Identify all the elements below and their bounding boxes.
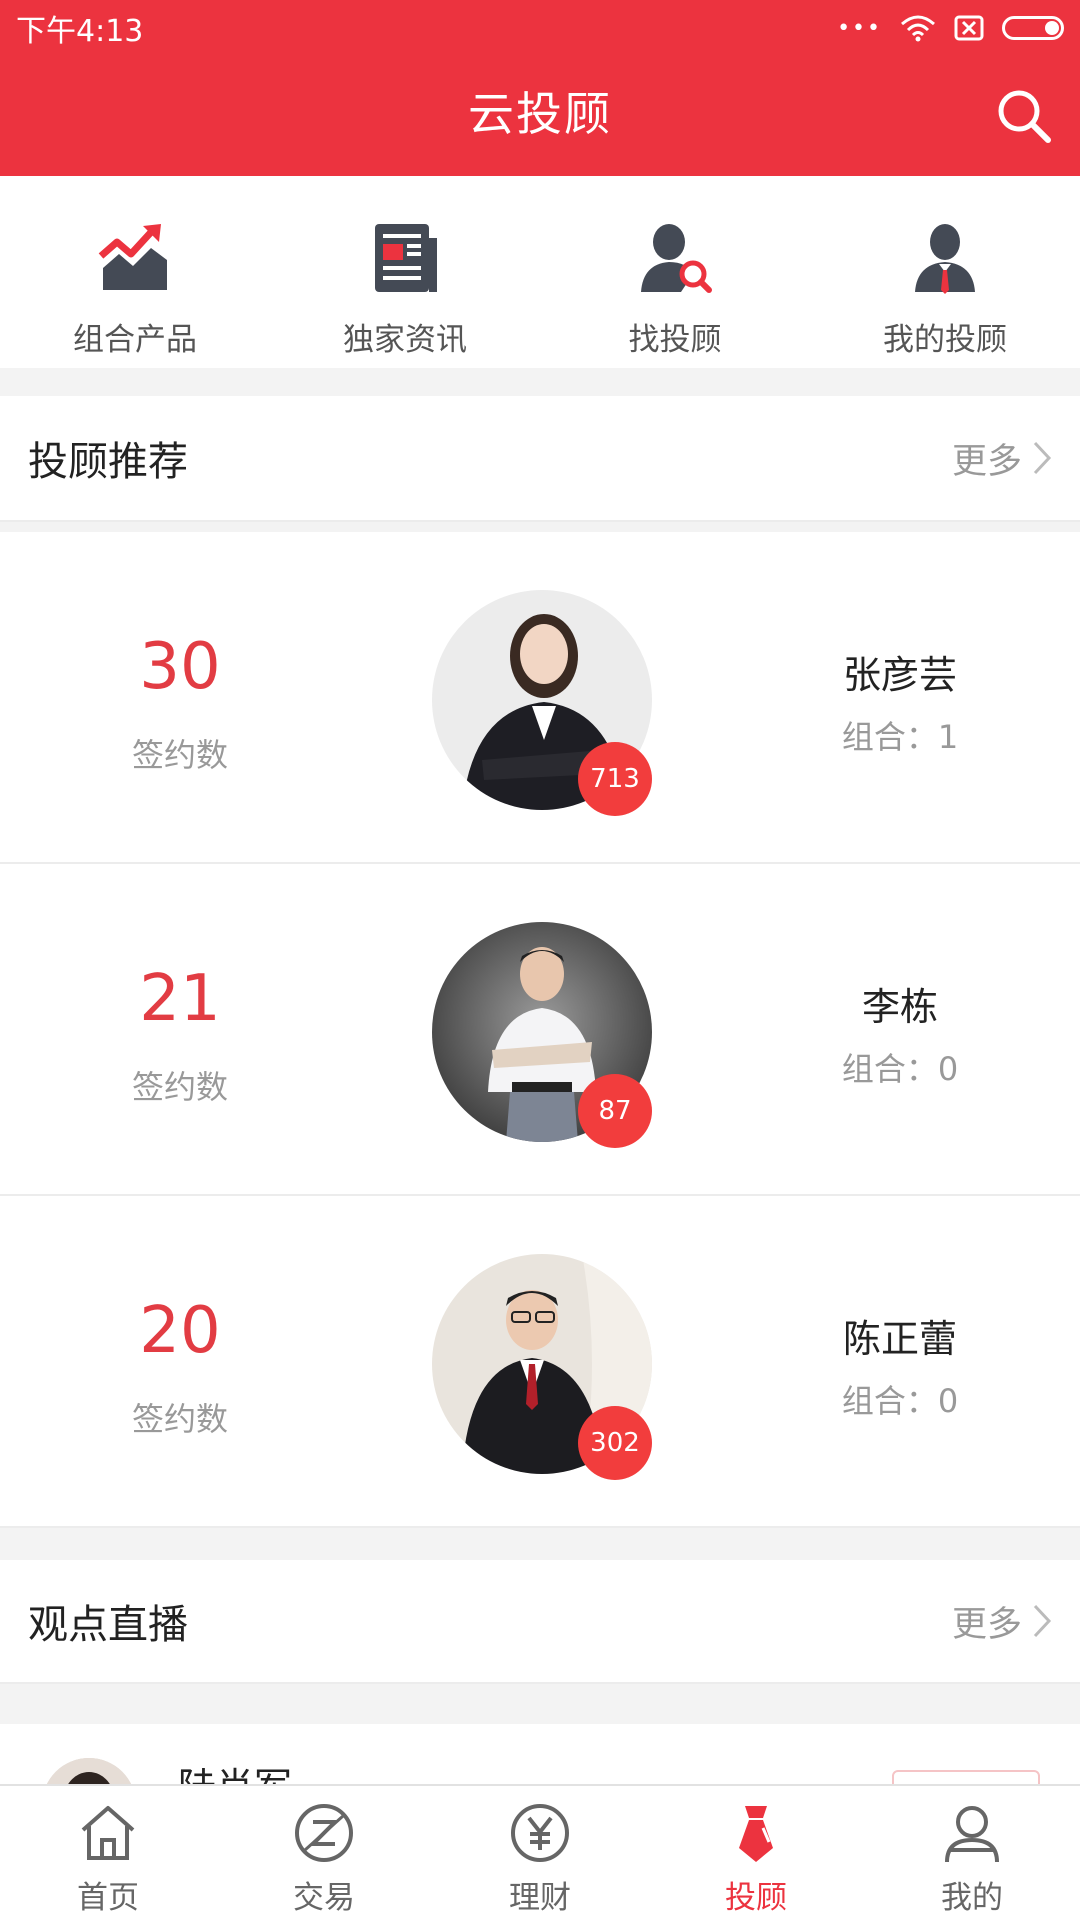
advisor-combo-count: 组合：0: [841, 1050, 959, 1088]
sign-count-label: 签约数: [131, 1068, 228, 1106]
tab-label: 理财: [509, 1880, 571, 1916]
quick-nav-portfolio[interactable]: 组合产品: [0, 176, 270, 368]
more-dots-icon: •••: [837, 15, 882, 41]
advisor-name: 张彦芸: [842, 653, 957, 697]
tab-label: 交易: [293, 1880, 355, 1916]
live-more-link[interactable]: 更多: [952, 1596, 1052, 1647]
tab-trade[interactable]: 交易: [216, 1786, 432, 1920]
quick-nav-label: 组合产品: [73, 322, 197, 358]
tab-label: 首页: [77, 1880, 139, 1916]
quick-nav-my-advisor[interactable]: 我的投顾: [810, 176, 1080, 368]
advisor-combo-count: 组合：1: [841, 718, 959, 756]
tab-wealth[interactable]: 理财: [432, 1786, 648, 1920]
tab-advisor[interactable]: 投顾: [648, 1786, 864, 1920]
status-bar: 下午4:13 •••: [0, 0, 1080, 56]
sign-count-label: 签约数: [131, 736, 228, 774]
status-icons: •••: [837, 14, 1064, 42]
advisor-name: 李栋: [861, 985, 938, 1029]
my-advisor-icon: [915, 224, 975, 294]
user-icon: [945, 1806, 999, 1863]
section-title: 观点直播: [28, 1602, 188, 1648]
battery-icon: [1002, 16, 1064, 40]
advisor-tie-icon: [739, 1806, 773, 1862]
tab-label: 投顾: [725, 1880, 787, 1916]
news-icon: [375, 224, 437, 292]
sign-count-label: 签约数: [131, 1400, 228, 1438]
advisor-combo-count: 组合：0: [841, 1382, 959, 1420]
trade-icon: [295, 1804, 353, 1862]
sign-count: 21: [139, 962, 221, 1036]
more-label: 更多: [951, 1604, 1022, 1645]
tab-mine[interactable]: 我的: [864, 1786, 1080, 1920]
page-title: 云投顾: [468, 87, 612, 141]
recommend-more-link[interactable]: 更多: [952, 433, 1052, 484]
more-label: 更多: [951, 441, 1022, 482]
find-advisor-icon: [641, 224, 712, 293]
advisor-row[interactable]: 30 签约数 713 张彦芸 组合：1: [0, 532, 1080, 864]
advisor-badge: 87: [578, 1074, 652, 1148]
wifi-icon: [901, 15, 935, 42]
quick-nav-find-advisor[interactable]: 找投顾: [540, 176, 810, 368]
tab-home[interactable]: 首页: [0, 1786, 216, 1920]
quick-nav-label: 我的投顾: [883, 322, 1007, 358]
quick-nav-news[interactable]: 独家资讯: [270, 176, 540, 368]
search-icon[interactable]: [994, 86, 1054, 146]
chevron-right-icon: [1033, 1604, 1052, 1638]
live-section-header: 观点直播 更多: [0, 1560, 1080, 1684]
quick-nav-label: 找投顾: [628, 322, 722, 358]
sim-off-icon: [954, 15, 984, 41]
chart-trend-icon: [98, 224, 167, 290]
quick-nav: 组合产品 独家资讯 找投顾 我的投顾: [0, 176, 1080, 368]
sign-count: 20: [139, 1294, 221, 1368]
chevron-right-icon: [1033, 441, 1052, 475]
recommend-section-header: 投顾推荐 更多: [0, 396, 1080, 522]
bottom-tab-bar: 首页 交易 理财 投顾 我的: [0, 1784, 1080, 1920]
app-header: 下午4:13 ••• 云投顾: [0, 0, 1080, 176]
home-icon: [81, 1806, 135, 1860]
sign-count: 30: [139, 630, 221, 704]
advisor-row[interactable]: 20 签约数 302 陈正蕾 组合：0: [0, 1196, 1080, 1528]
advisor-name: 陈正蕾: [842, 1317, 957, 1361]
section-title: 投顾推荐: [28, 439, 188, 485]
advisor-badge: 302: [578, 1406, 652, 1480]
quick-nav-label: 独家资讯: [343, 322, 467, 358]
advisor-row[interactable]: 21 签约数 87 李栋 组合：0: [0, 864, 1080, 1196]
tab-label: 我的: [941, 1880, 1003, 1916]
yuan-icon: [511, 1804, 569, 1862]
advisor-badge: 713: [578, 742, 652, 816]
status-time: 下午4:13: [16, 14, 144, 49]
